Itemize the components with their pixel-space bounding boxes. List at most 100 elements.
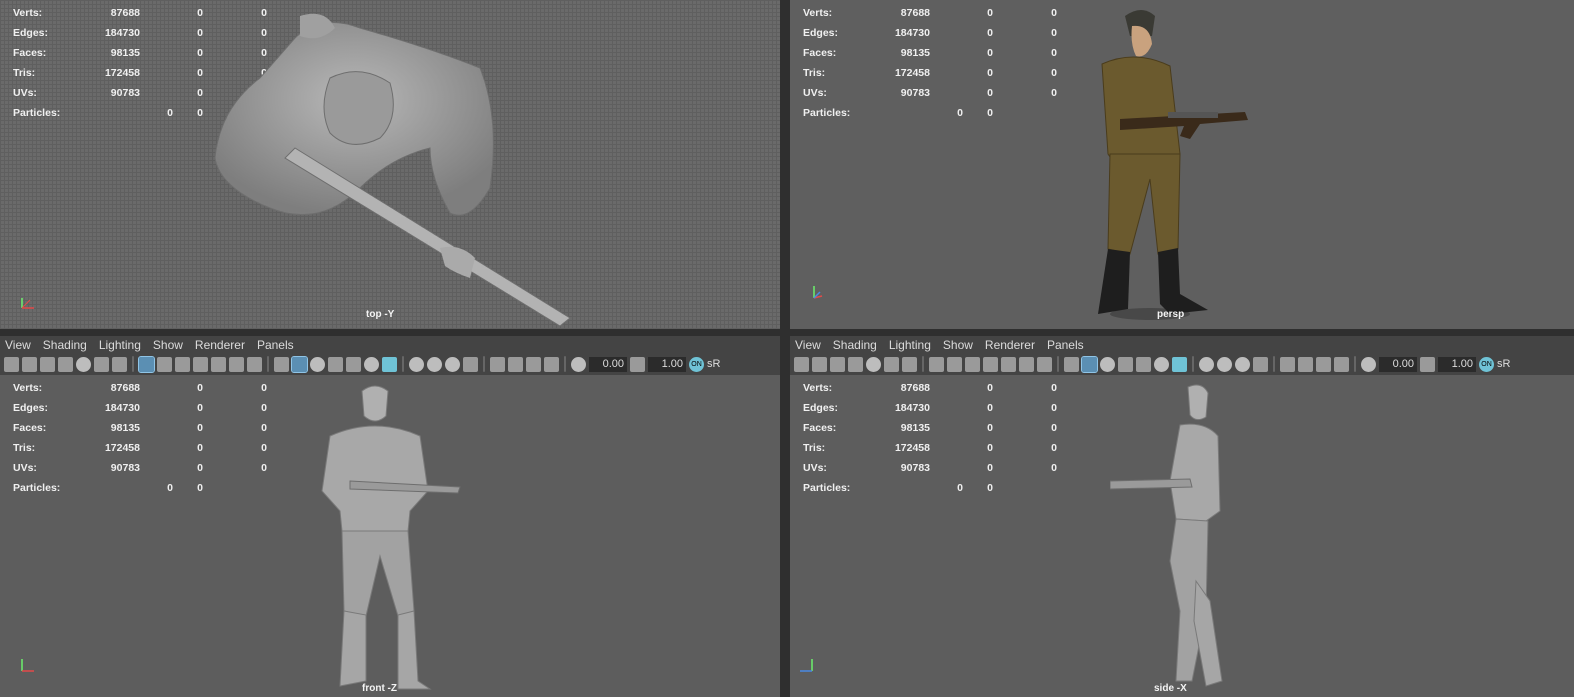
xray-components-icon[interactable]	[1334, 356, 1349, 372]
menu-panels[interactable]: Panels	[1047, 338, 1084, 352]
camera-name-label: top -Y	[366, 309, 395, 320]
smooth-shade-icon[interactable]	[291, 355, 308, 373]
smooth-shade-icon[interactable]	[1081, 355, 1098, 373]
menu-view[interactable]: View	[5, 338, 31, 352]
exposure-icon[interactable]	[1361, 356, 1376, 372]
ambient-occlusion-icon[interactable]	[1199, 356, 1214, 372]
viewport-front[interactable]: Verts: 87688 0 0 Edges: 184730 0 0 Faces: 98135…	[0, 375, 780, 697]
textured-icon[interactable]	[1136, 356, 1151, 372]
textured-icon[interactable]	[346, 356, 361, 372]
menu-renderer[interactable]: Renderer	[985, 338, 1035, 352]
menu-panels[interactable]: Panels	[257, 338, 294, 352]
view-transform-label[interactable]: sR	[707, 358, 720, 370]
depth-of-field-icon[interactable]	[463, 356, 478, 372]
camera-icon[interactable]	[794, 356, 809, 372]
default-material-icon[interactable]	[1100, 356, 1115, 372]
pen-icon[interactable]	[902, 356, 917, 372]
motion-blur-icon[interactable]	[1217, 356, 1232, 372]
depth-of-field-icon[interactable]	[1253, 356, 1268, 372]
safe-action-icon[interactable]	[229, 356, 244, 372]
menu-renderer[interactable]: Renderer	[195, 338, 245, 352]
safe-action-icon[interactable]	[1019, 356, 1034, 372]
toolbar-separator	[267, 356, 269, 372]
xray-icon[interactable]	[508, 356, 523, 372]
menu-shading[interactable]: Shading	[833, 338, 877, 352]
lights-icon[interactable]	[1154, 356, 1169, 372]
camera-name-label: side -X	[1154, 683, 1187, 694]
wireframe-icon[interactable]	[1064, 356, 1079, 372]
lock-icon[interactable]	[94, 356, 109, 372]
wireframe-on-shaded-icon[interactable]	[328, 356, 343, 372]
pen-icon[interactable]	[112, 356, 127, 372]
image-plane-icon[interactable]	[40, 356, 55, 372]
gate-mask-icon[interactable]	[193, 356, 208, 372]
isolate-icon[interactable]	[490, 356, 505, 372]
resolution-gate-icon[interactable]	[965, 356, 980, 372]
anti-aliasing-icon[interactable]	[445, 356, 460, 372]
pane-divider-horizontal[interactable]	[0, 329, 1574, 336]
grease-pencil-icon[interactable]	[76, 356, 91, 372]
gamma-icon[interactable]	[630, 356, 645, 372]
xray-joints-icon[interactable]	[526, 356, 541, 372]
grease-pencil-icon[interactable]	[866, 356, 881, 372]
exposure-field[interactable]: 0.00	[1379, 356, 1417, 372]
panel-menu-bar-side: View Shading Lighting Show Renderer Pane…	[790, 336, 1574, 353]
exposure-icon[interactable]	[571, 356, 586, 372]
camera-name-label: persp	[1157, 309, 1185, 320]
camera-attributes-icon[interactable]	[22, 356, 37, 372]
menu-view[interactable]: View	[795, 338, 821, 352]
motion-blur-icon[interactable]	[427, 356, 442, 372]
viewport-side[interactable]: Verts: 87688 0 0 Edges: 184730 0 0 Faces: 98135…	[790, 375, 1574, 697]
menu-lighting[interactable]: Lighting	[99, 338, 141, 352]
bookmark-icon[interactable]	[58, 356, 73, 372]
lights-icon[interactable]	[364, 356, 379, 372]
menu-show[interactable]: Show	[153, 338, 183, 352]
xray-icon[interactable]	[1298, 356, 1313, 372]
viewport-persp[interactable]: Verts: 87688 0 0 Edges: 184730 0 0 Faces: 98135…	[790, 0, 1574, 329]
gamma-field[interactable]: 1.00	[1438, 356, 1476, 372]
xray-components-icon[interactable]	[544, 356, 559, 372]
color-management-toggle[interactable]: ON	[689, 356, 704, 372]
resolution-gate-icon[interactable]	[175, 356, 190, 372]
poly-stats-hud: Verts: 87688 0 0 Edges: 184730 0 0 Faces: 98135…	[803, 7, 1057, 119]
soldier-model-front-view[interactable]	[310, 381, 470, 696]
menu-show[interactable]: Show	[943, 338, 973, 352]
isolate-icon[interactable]	[1280, 356, 1295, 372]
exposure-field[interactable]: 0.00	[589, 356, 627, 372]
gate-mask-icon[interactable]	[983, 356, 998, 372]
grid-icon[interactable]	[138, 355, 155, 373]
pane-divider-vertical[interactable]	[780, 0, 790, 697]
lock-icon[interactable]	[884, 356, 899, 372]
anti-aliasing-icon[interactable]	[1235, 356, 1250, 372]
soldier-model-textured[interactable]	[1080, 4, 1270, 324]
soldier-model-top-view[interactable]	[200, 8, 580, 328]
color-management-toggle[interactable]: ON	[1479, 356, 1494, 372]
menu-lighting[interactable]: Lighting	[889, 338, 931, 352]
menu-shading[interactable]: Shading	[43, 338, 87, 352]
bookmark-icon[interactable]	[848, 356, 863, 372]
xray-joints-icon[interactable]	[1316, 356, 1331, 372]
safe-title-icon[interactable]	[247, 356, 262, 372]
image-plane-icon[interactable]	[830, 356, 845, 372]
soldier-model-side-view[interactable]	[1110, 381, 1250, 696]
field-chart-icon[interactable]	[1001, 356, 1016, 372]
shadow-icon[interactable]	[382, 356, 397, 372]
wireframe-icon[interactable]	[274, 356, 289, 372]
gamma-field[interactable]: 1.00	[648, 356, 686, 372]
camera-attributes-icon[interactable]	[812, 356, 827, 372]
shadow-icon[interactable]	[1172, 356, 1187, 372]
camera-icon[interactable]	[4, 356, 19, 372]
camera-name-label: front -Z	[362, 683, 397, 694]
film-gate-icon[interactable]	[947, 356, 962, 372]
default-material-icon[interactable]	[310, 356, 325, 372]
film-gate-icon[interactable]	[157, 356, 172, 372]
view-transform-label[interactable]: sR	[1497, 358, 1510, 370]
wireframe-on-shaded-icon[interactable]	[1118, 356, 1133, 372]
ambient-occlusion-icon[interactable]	[409, 356, 424, 372]
safe-title-icon[interactable]	[1037, 356, 1052, 372]
toolbar-separator	[1273, 356, 1275, 372]
gamma-icon[interactable]	[1420, 356, 1435, 372]
viewport-top[interactable]: Verts: 87688 0 0 Edges: 184730 0 0 Faces: 98135…	[0, 0, 780, 329]
grid-icon[interactable]	[929, 356, 944, 372]
field-chart-icon[interactable]	[211, 356, 226, 372]
